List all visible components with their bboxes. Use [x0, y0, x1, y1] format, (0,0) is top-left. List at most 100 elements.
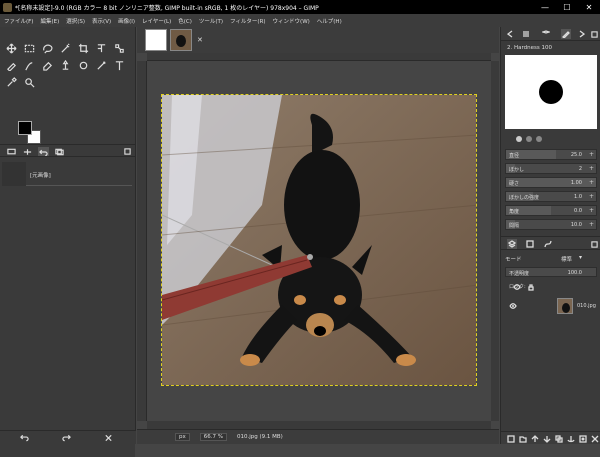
chevron-right-icon[interactable]: [577, 29, 587, 39]
visibility-eye-icon[interactable]: [509, 302, 517, 310]
image-canvas[interactable]: [161, 94, 477, 386]
menu-layer[interactable]: レイヤー(L): [142, 17, 171, 25]
menu-filters[interactable]: フィルター(R): [230, 17, 266, 25]
delete-layer-icon[interactable]: [591, 435, 599, 443]
free-select-tool-icon[interactable]: [40, 41, 54, 55]
new-layer-icon[interactable]: [507, 435, 515, 443]
menu-image[interactable]: 画像(I): [118, 17, 135, 25]
brushes-tab-icon[interactable]: [561, 29, 571, 39]
mode-select[interactable]: 標準: [561, 255, 572, 263]
horizontal-scrollbar[interactable]: [147, 421, 491, 429]
images-tab-icon[interactable]: [54, 147, 65, 156]
redo-icon[interactable]: [62, 434, 71, 442]
close-button[interactable]: ✕: [578, 3, 600, 12]
mode-label: モード: [505, 257, 522, 263]
undo-icon[interactable]: [20, 434, 29, 442]
color-picker-tool-icon[interactable]: [4, 75, 18, 89]
foreground-color-swatch[interactable]: [18, 121, 32, 135]
undo-history-tab-icon[interactable]: [38, 147, 49, 156]
history-item[interactable]: [元画像]: [2, 162, 132, 186]
duplicate-layer-icon[interactable]: [555, 435, 563, 443]
layers-tab-icon[interactable]: [541, 29, 551, 39]
menu-windows[interactable]: ウィンドウ(W): [273, 17, 310, 25]
window-title: *[名称未設定]-9.0 (RGB カラー 8 bit ノンリニア整数, GIM…: [15, 4, 319, 12]
lower-layer-icon[interactable]: [543, 435, 551, 443]
crop-tool-icon[interactable]: [76, 41, 90, 55]
menu-colors[interactable]: 色(C): [178, 17, 192, 25]
brush-name: 2. Hardness 100: [507, 45, 553, 51]
menu-view[interactable]: 表示(V): [92, 17, 111, 25]
brush-angle-slider[interactable]: 角度 0.0 +: [505, 205, 597, 216]
mask-layer-icon[interactable]: [579, 435, 587, 443]
fg-bg-color-swatches[interactable]: [18, 121, 42, 145]
anchor-layer-icon[interactable]: [567, 435, 575, 443]
configure-tab-icon[interactable]: [122, 147, 133, 156]
tool-options-tab-icon[interactable]: [6, 147, 17, 156]
chevron-down-icon[interactable]: ▾: [579, 254, 582, 261]
maximize-button[interactable]: ☐: [556, 3, 578, 12]
image-tabs: ✕: [137, 27, 499, 53]
lock-pixels-icon[interactable]: [513, 283, 521, 291]
channels-tab-icon[interactable]: [525, 239, 535, 249]
lock-row: ロック:: [505, 281, 597, 293]
transform-tool-icon[interactable]: [94, 41, 108, 55]
new-group-icon[interactable]: [519, 435, 527, 443]
layer-name[interactable]: 010.jpg: [577, 303, 596, 309]
menu-help[interactable]: ヘルプ(H): [317, 17, 342, 25]
opacity-slider[interactable]: 不透明度 100.0: [505, 267, 597, 277]
brush-ratio-slider[interactable]: ぼかし 2 +: [505, 163, 597, 174]
status-bar: px 66.7 % 010.jpg (9.1 MB): [137, 429, 499, 444]
brush-dock-tabs: [501, 27, 600, 41]
menu-bar: ファイル(F) 編集(E) 選択(S) 表示(V) 画像(I) レイヤー(L) …: [0, 14, 600, 27]
configure-tab-icon[interactable]: [589, 239, 599, 249]
fuzzy-select-tool-icon[interactable]: [58, 41, 72, 55]
tool-options-tab-icon[interactable]: [521, 29, 531, 39]
minimize-button[interactable]: —: [534, 3, 556, 12]
zoom-selector[interactable]: 66.7 %: [199, 433, 227, 441]
eraser-tool-icon[interactable]: [40, 58, 54, 72]
zoom-tool-icon[interactable]: [22, 75, 36, 89]
unit-selector[interactable]: px: [175, 433, 190, 441]
text-tool-icon[interactable]: [112, 58, 126, 72]
menu-select[interactable]: 選択(S): [66, 17, 85, 25]
lock-position-icon[interactable]: [527, 283, 535, 291]
device-status-tab-icon[interactable]: [22, 147, 33, 156]
chevron-left-icon[interactable]: [505, 29, 515, 39]
canvas-area: [137, 53, 499, 429]
image-tab-close-icon[interactable]: ✕: [197, 36, 203, 44]
move-tool-icon[interactable]: [4, 41, 18, 55]
brush-force-slider[interactable]: ぼかしの強度 1.0 +: [505, 191, 597, 202]
warp-tool-icon[interactable]: [112, 41, 126, 55]
configure-tab-icon[interactable]: [589, 29, 599, 39]
paint-tool-icon[interactable]: [4, 58, 18, 72]
brush-size-slider[interactable]: 直径 25.0 +: [505, 149, 597, 160]
vertical-ruler: [137, 61, 147, 421]
layer-thumbnail: [557, 298, 573, 314]
vertical-scrollbar[interactable]: [491, 61, 499, 421]
status-info: 010.jpg (9.1 MB): [236, 434, 283, 440]
heal-tool-icon[interactable]: [76, 58, 90, 72]
undo-history-panel: [元画像]: [0, 158, 135, 457]
history-item-label: [元画像]: [30, 173, 51, 179]
ink-tool-icon[interactable]: [94, 58, 108, 72]
layers-tab-icon[interactable]: [507, 239, 517, 249]
clone-tool-icon[interactable]: [58, 58, 72, 72]
image-tab-dog[interactable]: [170, 29, 192, 51]
layer-row[interactable]: 010.jpg: [503, 297, 599, 315]
brush-preview[interactable]: [505, 55, 597, 129]
horizontal-ruler: [147, 53, 491, 61]
brush-hardness-slider[interactable]: 硬さ 1.00 +: [505, 177, 597, 188]
paths-tab-icon[interactable]: [543, 239, 553, 249]
toolbox-bottom-bar: [0, 430, 136, 444]
brush-spacing-slider[interactable]: 間隔 10.0 +: [505, 219, 597, 230]
smudge-tool-icon[interactable]: [22, 58, 36, 72]
menu-file[interactable]: ファイル(F): [4, 17, 33, 25]
rect-select-tool-icon[interactable]: [22, 41, 36, 55]
menu-edit[interactable]: 編集(E): [40, 17, 59, 25]
raise-layer-icon[interactable]: [531, 435, 539, 443]
clear-history-icon[interactable]: [104, 434, 113, 442]
menu-tools[interactable]: ツール(T): [199, 17, 223, 25]
right-dock: 2. Hardness 100 直径 25.0 + ぼかし 2 + 硬さ 1.00 + ぼか…: [500, 27, 600, 444]
tool-options-tabs: [0, 144, 135, 157]
image-tab-blank[interactable]: [145, 29, 167, 51]
